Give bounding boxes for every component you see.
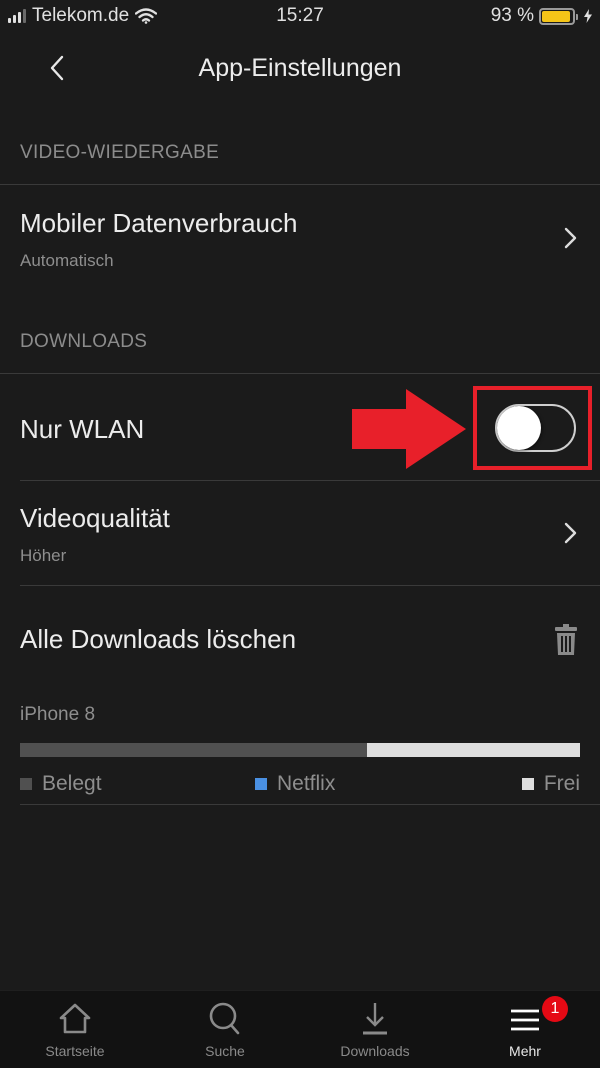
video-quality-value: Höher bbox=[20, 546, 67, 565]
video-quality-row[interactable]: Videoqualität Höher bbox=[0, 481, 600, 585]
tab-downloads[interactable]: Downloads bbox=[300, 991, 450, 1068]
legend-label-used: Belegt bbox=[42, 772, 102, 795]
chevron-right-icon bbox=[564, 522, 577, 544]
wifi-only-title: Nur WLAN bbox=[20, 414, 145, 444]
notification-badge: 1 bbox=[542, 996, 568, 1022]
section-header-downloads: DOWNLOADS bbox=[20, 331, 148, 352]
mobile-data-usage-title: Mobiler Datenverbrauch bbox=[20, 208, 298, 238]
menu-icon bbox=[511, 1009, 539, 1031]
status-bar: Telekom.de 15:27 93 % bbox=[0, 0, 600, 36]
storage-bar bbox=[20, 743, 580, 757]
tab-label-search: Suche bbox=[205, 1043, 245, 1059]
home-icon bbox=[59, 1003, 91, 1034]
battery-icon bbox=[539, 7, 578, 25]
arrow-right-icon bbox=[352, 389, 466, 469]
device-name: iPhone 8 bbox=[20, 704, 96, 725]
highlight-box bbox=[473, 386, 592, 470]
delete-all-downloads-title: Alle Downloads löschen bbox=[20, 624, 297, 654]
tab-search[interactable]: Suche bbox=[150, 991, 300, 1068]
legend-label-free: Frei bbox=[543, 772, 580, 795]
legend-swatch-netflix bbox=[255, 778, 267, 790]
tab-bar: Startseite Suche Downloads Mehr bbox=[0, 990, 600, 1068]
navigation-bar: App-Einstellungen bbox=[0, 40, 600, 96]
tab-label-more: Mehr bbox=[509, 1043, 541, 1059]
legend-free: Frei bbox=[521, 772, 580, 796]
trash-icon[interactable] bbox=[555, 624, 577, 656]
download-icon bbox=[363, 1003, 387, 1035]
video-quality-title: Videoqualität bbox=[20, 503, 170, 533]
mobile-data-usage-row[interactable]: Mobiler Datenverbrauch Automatisch bbox=[0, 186, 600, 296]
page-title: App-Einstellungen bbox=[198, 54, 402, 82]
search-icon bbox=[209, 1002, 240, 1035]
tab-home[interactable]: Startseite bbox=[0, 991, 150, 1068]
tab-label-downloads: Downloads bbox=[340, 1043, 410, 1059]
legend-label-netflix: Netflix bbox=[277, 772, 336, 795]
tab-more[interactable]: Mehr bbox=[450, 991, 600, 1068]
tab-label-home: Startseite bbox=[45, 1043, 105, 1059]
charging-icon bbox=[584, 9, 592, 23]
section-header-video-playback: VIDEO-WIEDERGABE bbox=[20, 142, 220, 163]
legend-netflix: Netflix bbox=[255, 772, 335, 796]
legend-swatch-used bbox=[20, 778, 32, 790]
mobile-data-usage-value: Automatisch bbox=[20, 251, 114, 270]
legend-swatch-free bbox=[521, 778, 534, 790]
delete-all-downloads-row[interactable]: Alle Downloads löschen bbox=[0, 586, 600, 690]
divider bbox=[0, 184, 600, 185]
chevron-right-icon bbox=[564, 227, 577, 249]
divider bbox=[20, 804, 600, 805]
battery-percent: 93 % bbox=[490, 5, 534, 26]
storage-used-segment bbox=[20, 743, 368, 757]
legend-used: Belegt bbox=[20, 772, 102, 796]
